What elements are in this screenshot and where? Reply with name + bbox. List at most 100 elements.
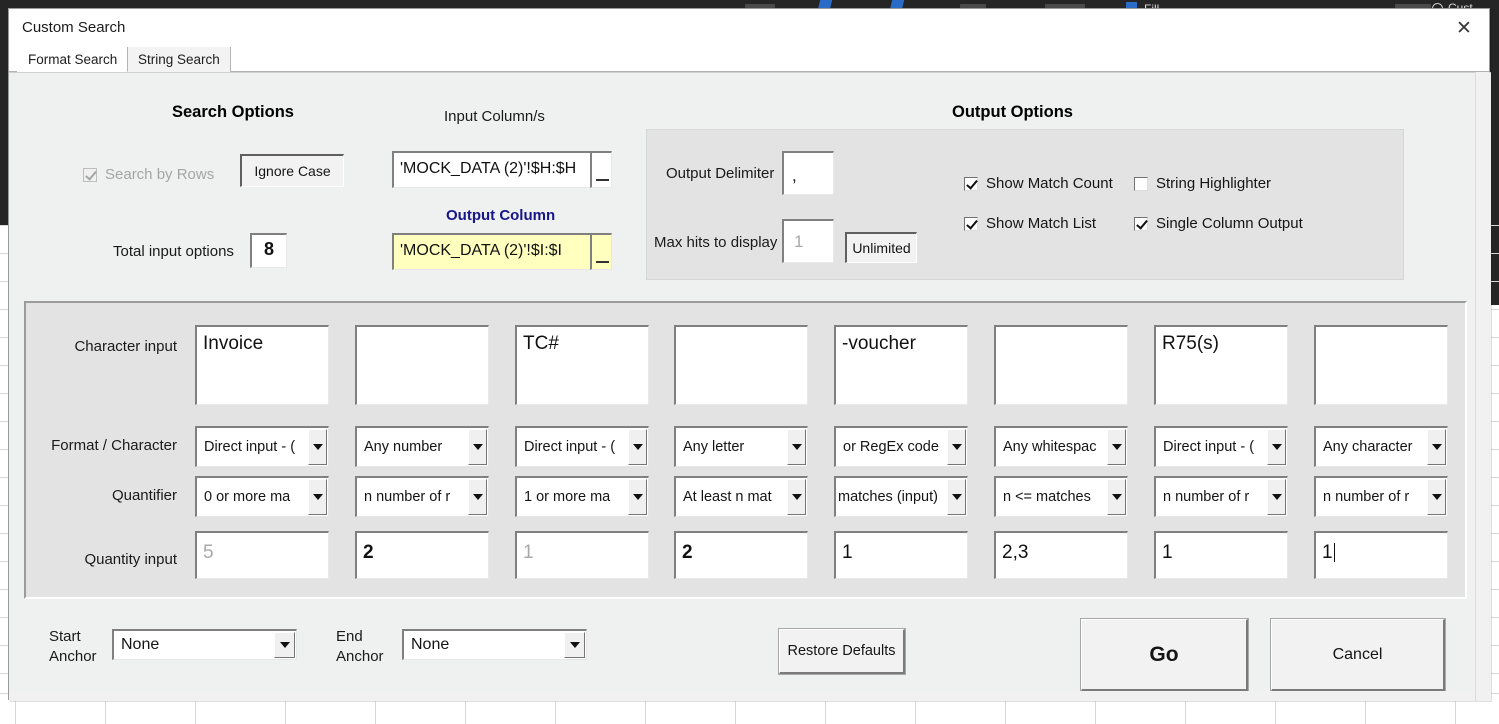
search-by-rows-label: Search by Rows xyxy=(105,166,215,183)
format-select-4[interactable]: Any letter xyxy=(674,426,808,467)
quantifier-select-5[interactable]: matches (input) xyxy=(834,476,968,517)
go-label: Go xyxy=(1149,642,1179,666)
character-input-5[interactable]: -voucher xyxy=(834,325,968,405)
quantifier-select-1[interactable]: 0 or more ma xyxy=(195,476,329,517)
unlimited-button[interactable]: Unlimited xyxy=(845,232,917,263)
output-delimiter-field[interactable]: , xyxy=(782,151,834,195)
quantifier-select-8[interactable]: n number of r xyxy=(1314,476,1448,517)
quantity-input-5[interactable]: 1 xyxy=(834,531,968,579)
max-hits-field[interactable]: 1 xyxy=(782,219,834,263)
format-select-2[interactable]: Any number xyxy=(355,426,489,467)
quantifier-select-7[interactable]: n number of r xyxy=(1154,476,1288,517)
quantity-input-6[interactable]: 2,3 xyxy=(994,531,1128,579)
show-match-count-checkbox[interactable]: Show Match Count xyxy=(964,175,1113,192)
quantifier-select-5-value: matches (input) xyxy=(838,489,938,505)
quantity-input-2[interactable]: 2 xyxy=(355,531,489,579)
single-column-output-checkbox[interactable]: Single Column Output xyxy=(1134,215,1303,232)
output-column-range-picker-icon[interactable] xyxy=(590,233,612,270)
tab-format-search[interactable]: Format Search xyxy=(17,47,129,72)
start-anchor-label-line2: Anchor xyxy=(49,648,97,665)
unlimited-label: Unlimited xyxy=(852,240,911,256)
cancel-button[interactable]: Cancel xyxy=(1270,618,1446,692)
restore-defaults-button[interactable]: Restore Defaults xyxy=(778,628,906,675)
character-input-8[interactable] xyxy=(1314,325,1448,405)
dialog-title: Custom Search xyxy=(22,19,126,36)
quantifier-select-4-value: At least n mat xyxy=(683,489,772,505)
quantity-input-7[interactable]: 1 xyxy=(1154,531,1288,579)
end-anchor-select[interactable]: None xyxy=(402,629,587,660)
dialog-body: Search Options Search by Rows Ignore Cas… xyxy=(9,72,1491,701)
character-input-4[interactable] xyxy=(674,325,808,405)
quantifier-select-1-value: 0 or more ma xyxy=(204,489,291,505)
chevron-down-icon xyxy=(787,479,806,515)
start-anchor-value: None xyxy=(121,636,160,653)
quantifier-select-4[interactable]: At least n mat xyxy=(674,476,808,517)
quantity-input-1[interactable]: 5 xyxy=(195,531,329,579)
tab-string-search[interactable]: String Search xyxy=(127,47,231,72)
ignore-case-button[interactable]: Ignore Case xyxy=(240,154,344,187)
character-input-3[interactable]: TC# xyxy=(515,325,649,405)
format-select-6[interactable]: Any whitespac xyxy=(994,426,1128,467)
quantity-input-3[interactable]: 1 xyxy=(515,531,649,579)
chevron-down-icon xyxy=(1107,429,1126,465)
format-select-5[interactable]: or RegEx code xyxy=(834,426,968,467)
chevron-down-icon xyxy=(1427,429,1446,465)
chevron-down-icon xyxy=(468,479,487,515)
format-select-3-value: Direct input - ( xyxy=(524,439,616,455)
chevron-down-icon xyxy=(1267,479,1286,515)
end-anchor-label-line2: Anchor xyxy=(336,648,384,665)
format-select-6-value: Any whitespac xyxy=(1003,439,1097,455)
chevron-down-icon xyxy=(947,429,966,465)
chevron-down-icon xyxy=(308,429,327,465)
format-select-5-value: or RegEx code xyxy=(843,439,939,455)
quantifier-select-2-value: n number of r xyxy=(364,489,451,505)
start-anchor-select[interactable]: None xyxy=(112,629,297,660)
total-input-options-value[interactable]: 8 xyxy=(250,233,287,268)
dialog-vertical-scrollbar[interactable] xyxy=(1475,72,1489,701)
checkbox-box xyxy=(1134,216,1148,231)
row-label-quantifier: Quantifier xyxy=(111,487,177,504)
quantifier-select-3[interactable]: 1 or more ma xyxy=(515,476,649,517)
character-input-1[interactable]: Invoice xyxy=(195,325,329,405)
chevron-down-icon xyxy=(947,479,966,515)
format-select-1-value: Direct input - ( xyxy=(204,439,296,455)
search-options-heading: Search Options xyxy=(172,103,294,121)
format-select-7-value: Direct input - ( xyxy=(1163,439,1255,455)
quantity-input-8-value: 1 xyxy=(1322,542,1333,563)
quantity-input-4[interactable]: 2 xyxy=(674,531,808,579)
string-highlighter-checkbox[interactable]: String Highlighter xyxy=(1134,175,1271,192)
format-select-1[interactable]: Direct input - ( xyxy=(195,426,329,467)
character-input-7[interactable]: R75(s) xyxy=(1154,325,1288,405)
input-column-range-picker-icon[interactable] xyxy=(590,151,612,188)
quantifier-select-3-value: 1 or more ma xyxy=(524,489,611,505)
quantifier-select-7-value: n number of r xyxy=(1163,489,1250,505)
chevron-down-icon xyxy=(308,479,327,515)
output-column-field[interactable]: 'MOCK_DATA (2)'!$I:$I xyxy=(392,233,600,270)
quantity-input-8[interactable]: 1 xyxy=(1314,531,1448,579)
show-match-list-checkbox[interactable]: Show Match List xyxy=(964,215,1096,232)
total-input-options-label: Total input options xyxy=(113,243,234,260)
checkbox-box xyxy=(964,216,978,231)
string-highlighter-label: String Highlighter xyxy=(1156,175,1272,192)
quantifier-select-6[interactable]: n <= matches xyxy=(994,476,1128,517)
cancel-label: Cancel xyxy=(1332,645,1383,663)
character-input-2[interactable] xyxy=(355,325,489,405)
chevron-down-icon xyxy=(628,429,647,465)
search-by-rows-checkbox[interactable]: Search by Rows xyxy=(83,166,214,183)
character-input-6[interactable] xyxy=(994,325,1128,405)
format-select-4-value: Any letter xyxy=(683,439,745,455)
dialog-horizontal-scrollbar[interactable] xyxy=(9,691,1491,701)
format-select-3[interactable]: Direct input - ( xyxy=(515,426,649,467)
chevron-down-icon xyxy=(274,632,295,658)
quantifier-select-2[interactable]: n number of r xyxy=(355,476,489,517)
chevron-down-icon xyxy=(1267,429,1286,465)
input-column-field[interactable]: 'MOCK_DATA (2)'!$H:$H xyxy=(392,151,600,188)
end-anchor-value: None xyxy=(411,636,450,653)
tab-string-search-label: String Search xyxy=(138,52,220,67)
show-match-list-label: Show Match List xyxy=(986,215,1097,232)
go-button[interactable]: Go xyxy=(1080,618,1249,692)
format-select-7[interactable]: Direct input - ( xyxy=(1154,426,1288,467)
start-anchor-label-line1: Start xyxy=(49,628,81,645)
close-icon[interactable]: ✕ xyxy=(1447,15,1481,41)
format-select-8[interactable]: Any character xyxy=(1314,426,1448,467)
